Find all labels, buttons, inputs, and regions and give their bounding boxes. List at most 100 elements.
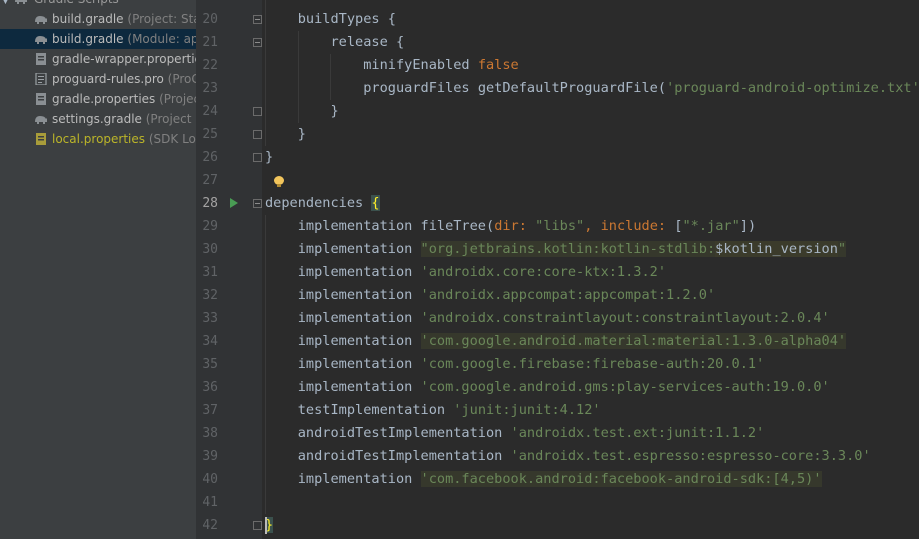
line-number: 35 — [202, 357, 218, 372]
code-brace: } — [330, 103, 339, 119]
text-file-icon — [35, 73, 47, 85]
project-tree-panel: ▼ Gradle Scripts build.gradle (Project: … — [0, 0, 196, 539]
tree-item-hint: (Project P — [159, 92, 196, 106]
gradle-elephant-icon — [35, 16, 47, 24]
code-identifier: testImplementation — [297, 402, 446, 418]
code-identifier: minifyEnabled — [363, 57, 470, 73]
code-line-22: minifyEnabled false — [265, 54, 519, 77]
chevron-down-icon[interactable]: ▼ — [2, 0, 9, 9]
line-number: 27 — [202, 173, 218, 188]
code-identifier: implementation — [297, 241, 413, 257]
code-identifier: implementation — [297, 356, 413, 372]
gradle-elephant-icon — [35, 116, 47, 124]
tree-item-name: build.gradle — [52, 32, 124, 46]
fold-marker-icon[interactable] — [253, 199, 262, 208]
fold-marker-icon[interactable] — [253, 15, 262, 24]
tree-item-name: build.gradle — [52, 12, 124, 26]
gradle-elephant-icon — [15, 0, 27, 4]
line-number: 36 — [202, 380, 218, 395]
tree-item-build-gradle-project[interactable]: build.gradle (Project: Stagr — [0, 9, 196, 29]
code-line-36: implementation 'com.google.android.gms:p… — [265, 376, 830, 399]
tree-group-label: Gradle Scripts — [34, 0, 119, 9]
tree-item-gradle-wrapper-properties[interactable]: gradle-wrapper.properties ( — [0, 49, 196, 69]
code-string: 'androidx.constraintlayout:constraintlay… — [420, 310, 830, 326]
fold-end-icon[interactable] — [253, 153, 262, 162]
code-line-39: androidTestImplementation 'androidx.test… — [265, 445, 871, 468]
code-line-40: implementation 'com.facebook.android:fac… — [265, 468, 822, 491]
code-line-25: } — [265, 123, 306, 146]
line-number: 29 — [202, 219, 218, 234]
gradle-elephant-icon — [35, 36, 47, 44]
code-line-31: implementation 'androidx.core:core-ktx:1… — [265, 261, 666, 284]
code-identifier: buildTypes — [297, 11, 380, 27]
text-caret — [265, 517, 267, 534]
line-number: 21 — [202, 35, 218, 50]
code-line-37: testImplementation 'junit:junit:4.12' — [265, 399, 601, 422]
fold-marker-icon[interactable] — [253, 38, 262, 47]
code-identifier: androidTestImplementation — [297, 448, 503, 464]
code-template-variable: $kotlin_version — [715, 241, 838, 257]
tree-item-build-gradle-module[interactable]: build.gradle (Module: app) — [0, 29, 196, 49]
line-number: 42 — [202, 518, 218, 533]
tree-item-name: local.properties — [52, 132, 146, 146]
code-string-highlighted: "org.jetbrains.kotlin:kotlin-stdlib: — [420, 241, 716, 257]
code-string: "libs" — [535, 218, 585, 234]
code-string-highlighted: 'com.facebook.android:facebook-android-s… — [420, 471, 822, 487]
tree-item-hint: (SDK Locat — [148, 132, 196, 146]
lightbulb-icon[interactable] — [274, 176, 284, 188]
code-identifier: androidTestImplementation — [297, 425, 503, 441]
code-line-29: implementation fileTree(dir: "libs", inc… — [265, 215, 756, 238]
tree-item-hint: (Module: app) — [127, 32, 196, 46]
code-string: 'proguard-android-optimize.txt' — [666, 80, 919, 96]
code-line-20: buildTypes { — [265, 8, 396, 31]
code-string: 'androidx.test.espresso:espresso-core:3.… — [510, 448, 871, 464]
code-identifier: implementation — [297, 310, 413, 326]
tree-item-settings-gradle[interactable]: settings.gradle (Project Set — [0, 109, 196, 129]
tree-item-local-properties[interactable]: local.properties (SDK Locat — [0, 129, 196, 149]
code-brace: } — [297, 126, 306, 142]
line-number: 25 — [202, 127, 218, 142]
line-number: 30 — [202, 242, 218, 257]
code-identifier: dependencies — [265, 195, 364, 211]
bulb-base — [277, 184, 281, 187]
code-brace: } — [265, 149, 274, 165]
line-number: 22 — [202, 58, 218, 73]
code-string: 'androidx.core:core-ktx:1.3.2' — [420, 264, 667, 280]
line-number: 38 — [202, 426, 218, 441]
properties-file-icon — [36, 93, 46, 105]
code-line-23: proguardFiles getDefaultProguardFile('pr… — [265, 77, 919, 100]
fold-end-icon[interactable] — [253, 130, 262, 139]
code-string: "*.jar" — [682, 218, 740, 234]
run-gradle-icon[interactable] — [230, 198, 238, 208]
line-number: 26 — [202, 150, 218, 165]
code-punct: , — [584, 218, 593, 234]
code-param-name: include: — [600, 218, 667, 234]
line-number: 39 — [202, 449, 218, 464]
line-number: 23 — [202, 81, 218, 96]
code-string-highlighted: " — [837, 241, 847, 257]
code-editor[interactable]: buildTypes { release { minifyEnabled fal… — [262, 0, 919, 539]
tree-item-proguard-rules[interactable]: proguard-rules.pro (ProGua — [0, 69, 196, 89]
fold-end-icon[interactable] — [253, 107, 262, 116]
code-string-highlighted: 'com.google.android.material:material:1.… — [420, 333, 847, 349]
line-number: 40 — [202, 472, 218, 487]
line-number: 32 — [202, 288, 218, 303]
properties-file-icon — [36, 133, 46, 145]
code-identifier: implementation — [297, 379, 413, 395]
code-call: getDefaultProguardFile( — [477, 80, 667, 96]
code-identifier: implementation — [297, 218, 413, 234]
code-string: 'androidx.appcompat:appcompat:1.2.0' — [420, 287, 716, 303]
line-number: 20 — [202, 12, 218, 27]
line-number-current: 28 — [202, 196, 218, 211]
tree-item-gradle-properties[interactable]: gradle.properties (Project P — [0, 89, 196, 109]
fold-end-icon[interactable] — [253, 521, 262, 530]
tree-group-gradle-scripts[interactable]: ▼ Gradle Scripts — [0, 0, 196, 9]
code-string: 'junit:junit:4.12' — [453, 402, 601, 418]
tree-item-hint: (Project Set — [145, 112, 196, 126]
editor-gutter[interactable]: 20 21 22 23 24 25 26 27 28 29 30 31 32 3… — [196, 0, 262, 539]
code-identifier: proguardFiles — [363, 80, 470, 96]
tree-item-hint: (ProGua — [167, 72, 196, 86]
tree-item-name: proguard-rules.pro — [52, 72, 164, 86]
code-line-35: implementation 'com.google.firebase:fire… — [265, 353, 765, 376]
code-string: 'androidx.test.ext:junit:1.1.2' — [510, 425, 765, 441]
